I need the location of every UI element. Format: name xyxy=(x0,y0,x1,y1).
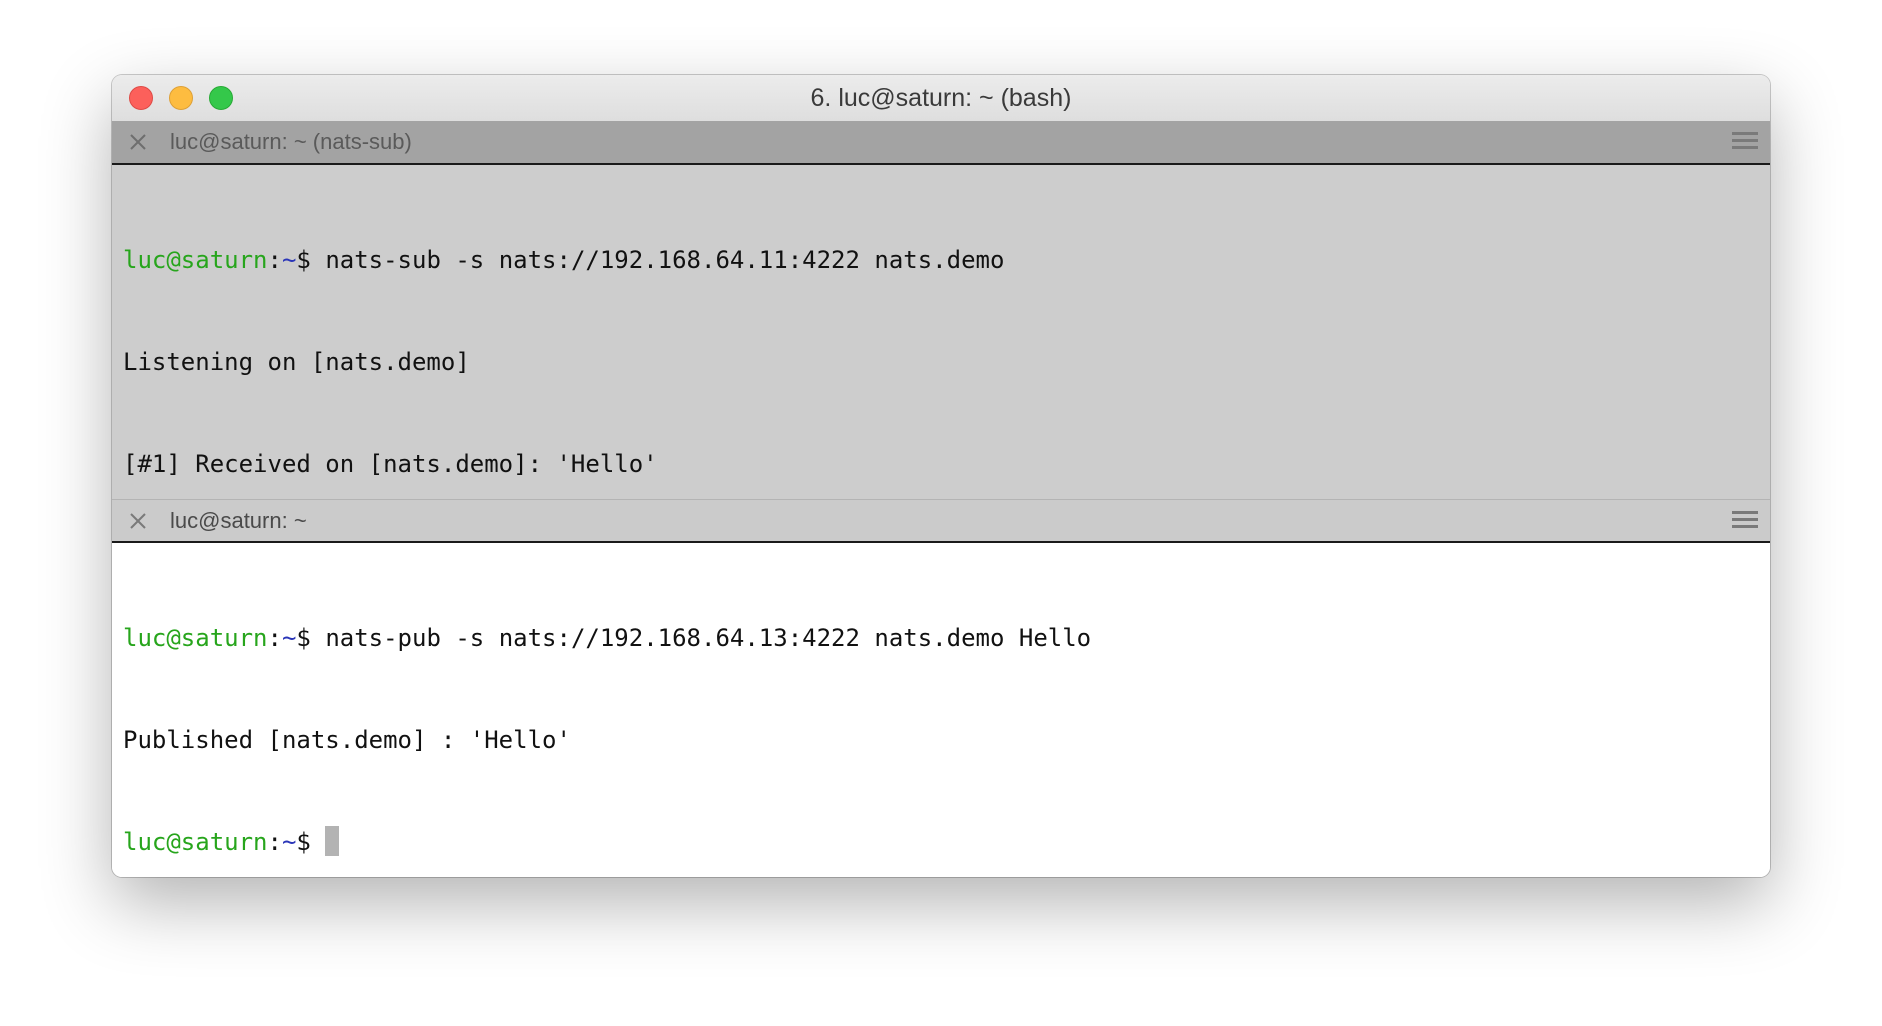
prompt-path: ~ xyxy=(281,624,297,652)
prompt-path: ~ xyxy=(281,246,297,274)
terminal-line: luc@saturn:~$ xyxy=(123,825,1770,859)
hamburger-menu-icon[interactable] xyxy=(1732,132,1758,152)
terminal-line: [#1] Received on [nats.demo]: 'Hello' xyxy=(123,450,658,478)
terminal-line: luc@saturn:~$ nats-pub -s nats://192.168… xyxy=(123,621,1770,655)
pane-title: luc@saturn: ~ (nats-sub) xyxy=(170,129,412,154)
terminal-output-bash[interactable]: luc@saturn:~$ nats-pub -s nats://192.168… xyxy=(112,543,1770,877)
prompt-user-host: luc@saturn xyxy=(123,828,268,856)
hamburger-menu-icon[interactable] xyxy=(1732,511,1758,531)
window-titlebar[interactable]: 6. luc@saturn: ~ (bash) xyxy=(112,75,1770,121)
minimize-window-icon[interactable] xyxy=(169,86,193,110)
window-title: 6. luc@saturn: ~ (bash) xyxy=(810,84,1072,112)
pane-title: luc@saturn: ~ xyxy=(170,508,307,533)
terminal-window: 6. luc@saturn: ~ (bash) luc@saturn: ~ (n… xyxy=(112,75,1770,877)
zoom-window-icon[interactable] xyxy=(209,86,233,110)
close-window-icon[interactable] xyxy=(129,86,153,110)
command-text: nats-sub -s nats://192.168.64.11:4222 na… xyxy=(325,246,1005,274)
terminal-line: Published [nats.demo] : 'Hello' xyxy=(123,726,571,754)
prompt-separator: : xyxy=(267,246,282,274)
prompt-symbol: $ xyxy=(296,828,311,856)
close-pane-icon[interactable] xyxy=(125,129,151,155)
prompt-separator: : xyxy=(267,828,282,856)
pane-tab-nats-sub[interactable]: luc@saturn: ~ (nats-sub) xyxy=(112,121,1770,165)
prompt-separator: : xyxy=(267,624,282,652)
prompt-user-host: luc@saturn xyxy=(123,246,268,274)
prompt-symbol: $ xyxy=(296,624,326,652)
close-pane-icon[interactable] xyxy=(125,508,151,534)
terminal-line: luc@saturn:~$ nats-sub -s nats://192.168… xyxy=(123,243,1770,277)
prompt-symbol: $ xyxy=(296,246,326,274)
terminal-output-nats-sub[interactable]: luc@saturn:~$ nats-sub -s nats://192.168… xyxy=(112,165,1770,580)
active-cursor[interactable] xyxy=(324,826,339,856)
terminal-line: Listening on [nats.demo] xyxy=(123,348,470,376)
pane-tab-bash[interactable]: luc@saturn: ~ xyxy=(112,499,1770,543)
command-text: nats-pub -s nats://192.168.64.13:4222 na… xyxy=(325,624,1092,652)
prompt-user-host: luc@saturn xyxy=(123,624,268,652)
prompt-path: ~ xyxy=(281,828,297,856)
